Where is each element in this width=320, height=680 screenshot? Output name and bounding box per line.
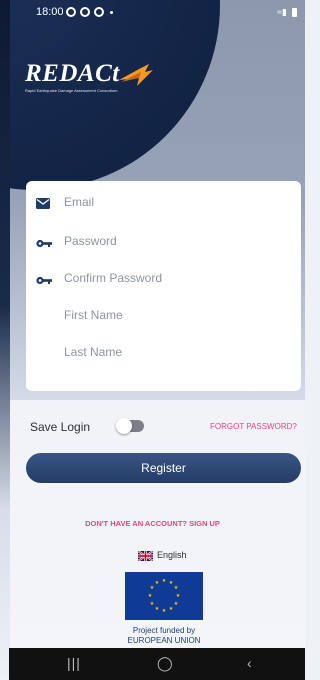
toggle-knob [116,418,132,434]
more-notifications-icon [110,11,113,14]
first-name-field[interactable]: First Name [26,299,301,335]
messenger-icon [80,7,90,17]
whatsapp-icon [66,7,76,17]
eu-caption-line1: Project funded by [132,626,196,635]
save-login-label: Save Login [30,420,91,434]
uk-flag-icon [138,551,153,561]
registration-form: Email Password Confirm Password First Na… [26,181,301,391]
svg-text:★: ★ [155,606,160,612]
logo-arrow-icon [119,64,153,86]
home-icon[interactable]: ◯ [157,655,173,672]
email-field[interactable]: Email [26,186,301,222]
last-name-field[interactable]: Last Name [26,336,301,372]
messenger-icon [94,7,104,17]
svg-text:★: ★ [162,578,167,584]
eu-caption-line2: EUROPEAN UNION [127,636,201,645]
system-navigation-bar: ||| ◯ ‹ [9,648,305,680]
wifi-signal-icon: ≈​▮ [277,7,287,17]
password-placeholder: Password [64,234,117,248]
redact-logo: REDACt Rapid Earthquake Damage Assessmen… [25,60,165,104]
svg-text:★: ★ [176,593,181,599]
svg-text:★: ★ [162,608,167,614]
logo-tagline: Rapid Earthquake Damage Assessment Conso… [25,88,118,93]
confirm-password-placeholder: Confirm Password [64,271,163,285]
left-edge-shadow [0,0,10,680]
status-bar: 18:00 ≈​▮ [0,0,305,26]
last-name-placeholder: Last Name [64,345,123,359]
battery-icon [292,8,297,17]
envelope-icon [36,198,50,209]
key-icon [36,239,52,248]
back-icon[interactable]: ‹ [247,655,252,671]
first-name-placeholder: First Name [64,308,123,322]
svg-text:★: ★ [174,601,179,607]
email-placeholder: Email [64,195,95,209]
svg-text:★: ★ [148,593,153,599]
forgot-password-link[interactable]: FORGOT PASSWORD? [210,422,297,431]
sign-up-link[interactable]: DON'T HAVE AN ACCOUNT? SIGN UP [0,519,305,528]
register-button[interactable]: Register [26,453,301,483]
status-time: 18:00 [36,6,64,18]
eu-flag-icon: ★ ★ ★ ★ ★ ★ ★ ★ ★ ★ ★ ★ [125,572,203,620]
svg-text:★: ★ [174,585,179,591]
recent-apps-icon[interactable]: ||| [67,655,81,671]
save-login-toggle[interactable] [116,418,144,434]
svg-text:★: ★ [169,606,174,612]
svg-text:★: ★ [155,580,160,586]
confirm-password-field[interactable]: Confirm Password [26,262,301,298]
password-field[interactable]: Password [26,225,301,261]
svg-text:★: ★ [150,601,155,607]
key-icon [36,276,52,285]
language-label: English [157,550,187,560]
register-screen: 18:00 ≈​▮ REDACt Rapid Earthquake Damage… [0,0,305,680]
